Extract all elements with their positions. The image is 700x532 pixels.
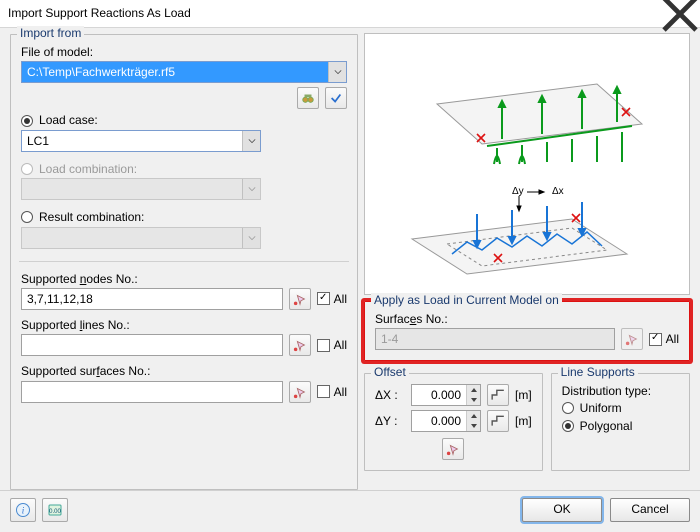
offset-dx-unit: [m] bbox=[515, 388, 532, 402]
spin-down-icon[interactable] bbox=[467, 421, 480, 431]
stepper-dx-button[interactable] bbox=[487, 384, 509, 406]
spin-down-icon[interactable] bbox=[467, 395, 480, 405]
pick-apply-surfaces-button[interactable] bbox=[621, 328, 643, 350]
load-case-combo[interactable]: LC1 bbox=[21, 130, 261, 152]
browse-file-button[interactable] bbox=[297, 87, 319, 109]
result-combination-combo bbox=[21, 227, 261, 249]
offset-group: Offset ΔX : 0.000 [m] ΔY : bbox=[364, 373, 543, 471]
offset-dx-label: ΔX : bbox=[375, 388, 405, 402]
pick-surfaces-button[interactable] bbox=[289, 381, 311, 403]
surfaces-no-input[interactable]: 1-4 bbox=[375, 328, 615, 350]
import-from-legend: Import from bbox=[17, 26, 84, 40]
apply-surfaces-all-checkbox[interactable]: All bbox=[649, 332, 679, 346]
offset-dy-label: ΔY : bbox=[375, 414, 405, 428]
titlebar: Import Support Reactions As Load bbox=[0, 0, 700, 28]
supported-nodes-all-checkbox[interactable]: All bbox=[317, 292, 347, 306]
window-close-button[interactable] bbox=[660, 0, 700, 28]
load-combination-label: Load combination: bbox=[39, 162, 137, 176]
confirm-file-button[interactable] bbox=[325, 87, 347, 109]
picker-icon bbox=[625, 332, 639, 346]
supported-surfaces-all-checkbox[interactable]: All bbox=[317, 385, 347, 399]
apply-as-load-legend: Apply as Load in Current Model on bbox=[371, 293, 562, 307]
preview-diagram-icon: Δy Δx bbox=[382, 44, 672, 284]
uniform-radio[interactable]: Uniform bbox=[562, 401, 679, 415]
result-combination-value bbox=[22, 228, 242, 248]
preview-pane: Δy Δx bbox=[364, 33, 690, 295]
load-case-radio[interactable]: Load case: bbox=[21, 113, 347, 127]
load-combination-radio[interactable]: Load combination: bbox=[21, 162, 347, 176]
offset-dy-unit: [m] bbox=[515, 414, 532, 428]
help-button[interactable]: i bbox=[10, 498, 36, 522]
load-combination-combo bbox=[21, 178, 261, 200]
supported-lines-all-checkbox[interactable]: All bbox=[317, 338, 347, 352]
apply-as-load-group: Apply as Load in Current Model on Surfac… bbox=[364, 301, 690, 361]
supported-nodes-input[interactable]: 3,7,11,12,18 bbox=[21, 288, 283, 310]
check-icon bbox=[329, 91, 343, 105]
file-of-model-value: C:\Temp\Fachwerkträger.rf5 bbox=[22, 62, 328, 82]
load-combination-value bbox=[22, 179, 242, 199]
offset-dy-input[interactable]: 0.000 bbox=[411, 410, 481, 432]
offset-legend: Offset bbox=[371, 365, 409, 379]
surfaces-no-label: Surfaces No.: bbox=[375, 312, 679, 326]
supported-surfaces-label: Supported surfaces No.: bbox=[21, 364, 347, 378]
help-icon: i bbox=[15, 502, 31, 518]
line-supports-group: Line Supports Distribution type: Uniform… bbox=[551, 373, 690, 471]
chevron-down-icon[interactable] bbox=[328, 62, 346, 82]
units-button[interactable]: 0.00 bbox=[42, 498, 68, 522]
supported-nodes-label: Supported nodes No.: bbox=[21, 272, 347, 286]
window-title: Import Support Reactions As Load bbox=[8, 6, 191, 20]
cancel-button[interactable]: Cancel bbox=[610, 498, 690, 522]
stepper-dy-button[interactable] bbox=[487, 410, 509, 432]
supported-lines-label: Supported lines No.: bbox=[21, 318, 347, 332]
binoculars-icon bbox=[301, 91, 315, 105]
spin-up-icon[interactable] bbox=[467, 411, 480, 421]
svg-text:Δx: Δx bbox=[552, 186, 564, 197]
pick-lines-button[interactable] bbox=[289, 334, 311, 356]
load-case-value: LC1 bbox=[22, 131, 242, 151]
result-combination-radio[interactable]: Result combination: bbox=[21, 210, 347, 224]
svg-text:Δy: Δy bbox=[512, 186, 524, 197]
result-combination-label: Result combination: bbox=[39, 210, 144, 224]
ok-button[interactable]: OK bbox=[522, 498, 602, 522]
offset-dx-input[interactable]: 0.000 bbox=[411, 384, 481, 406]
picker-icon bbox=[293, 292, 307, 306]
line-supports-legend: Line Supports bbox=[558, 365, 638, 379]
step-icon bbox=[491, 388, 505, 402]
file-of-model-combo[interactable]: C:\Temp\Fachwerkträger.rf5 bbox=[21, 61, 347, 83]
pick-offset-button[interactable] bbox=[442, 438, 464, 460]
chevron-down-icon bbox=[242, 228, 260, 248]
import-from-group: Import from File of model: C:\Temp\Fachw… bbox=[10, 34, 358, 490]
chevron-down-icon bbox=[242, 179, 260, 199]
picker-icon bbox=[446, 442, 460, 456]
svg-text:0.00: 0.00 bbox=[49, 509, 61, 515]
supported-surfaces-input[interactable] bbox=[21, 381, 283, 403]
dialog-footer: i 0.00 OK Cancel bbox=[0, 490, 700, 528]
step-icon bbox=[491, 414, 505, 428]
file-of-model-label: File of model: bbox=[21, 45, 347, 59]
distribution-type-label: Distribution type: bbox=[562, 384, 679, 398]
picker-icon bbox=[293, 338, 307, 352]
load-case-label: Load case: bbox=[39, 113, 98, 127]
picker-icon bbox=[293, 385, 307, 399]
supported-lines-input[interactable] bbox=[21, 334, 283, 356]
polygonal-radio[interactable]: Polygonal bbox=[562, 419, 679, 433]
units-icon: 0.00 bbox=[47, 502, 63, 518]
pick-nodes-button[interactable] bbox=[289, 288, 311, 310]
spin-up-icon[interactable] bbox=[467, 385, 480, 395]
chevron-down-icon[interactable] bbox=[242, 131, 260, 151]
